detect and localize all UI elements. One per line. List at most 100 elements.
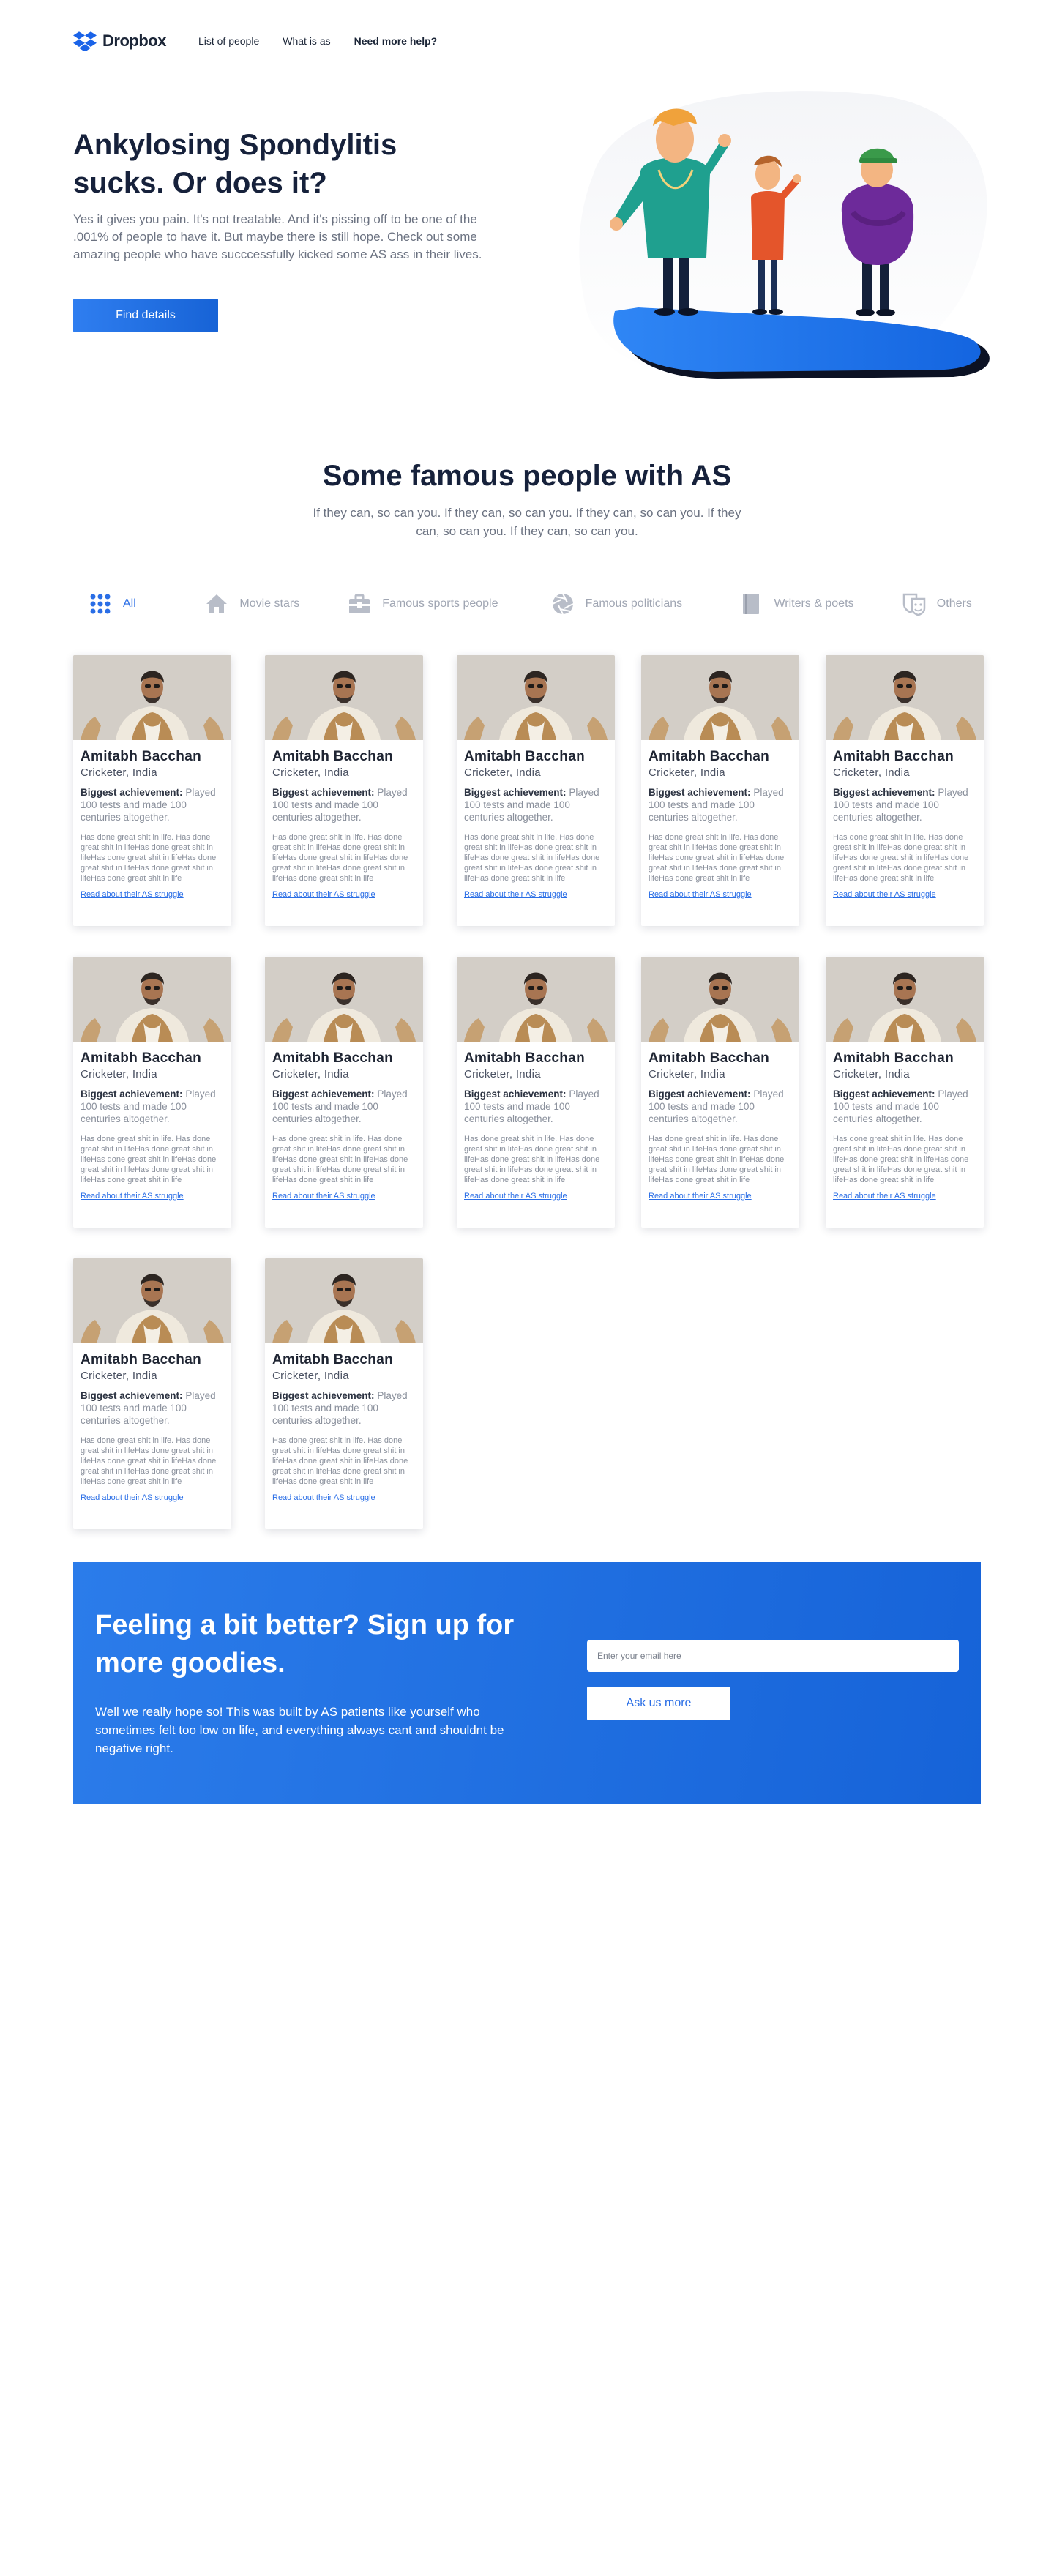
person-role: Cricketer, India xyxy=(649,766,725,779)
card-body: Amitabh Bacchan Cricketer, India Biggest… xyxy=(265,740,423,900)
card-body: Amitabh Bacchan Cricketer, India Biggest… xyxy=(826,1042,984,1202)
hero-title: Ankylosing Spondylitis sucks. Or does it… xyxy=(73,129,397,199)
read-struggle-link[interactable]: Read about their AS struggle xyxy=(649,890,752,899)
email-input[interactable] xyxy=(587,1640,959,1672)
person-card: Amitabh Bacchan Cricketer, India Biggest… xyxy=(73,655,231,926)
signup-banner: Feeling a bit better? Sign up for more g… xyxy=(73,1562,981,1804)
person-achievement: Biggest achievement: Played 100 tests an… xyxy=(81,1389,224,1427)
achievement-label: Biggest achievement: xyxy=(272,1089,375,1100)
person-photo xyxy=(457,957,615,1042)
read-struggle-link[interactable]: Read about their AS struggle xyxy=(833,1192,936,1201)
person-name: Amitabh Bacchan xyxy=(649,1050,769,1066)
book-icon xyxy=(739,591,763,616)
person-card: Amitabh Bacchan Cricketer, India Biggest… xyxy=(826,655,984,926)
person-achievement: Biggest achievement: Played 100 tests an… xyxy=(272,786,416,824)
person-card: Amitabh Bacchan Cricketer, India Biggest… xyxy=(265,957,423,1228)
person-role: Cricketer, India xyxy=(464,766,541,779)
person-photo xyxy=(826,957,984,1042)
person-description: Has done great shit in life. Has done gr… xyxy=(81,1436,217,1486)
signup-text: Well we really hope so! This was built b… xyxy=(95,1705,504,1755)
achievement-label: Biggest achievement: xyxy=(464,1089,567,1100)
grid-icon xyxy=(88,591,113,616)
card-body: Amitabh Bacchan Cricketer, India Biggest… xyxy=(73,1343,231,1504)
person-photo xyxy=(73,957,231,1042)
read-struggle-link[interactable]: Read about their AS struggle xyxy=(272,1493,375,1502)
filter-all[interactable]: All xyxy=(88,591,204,616)
person-achievement: Biggest achievement: Played 100 tests an… xyxy=(464,786,608,824)
filter-label: Movie stars xyxy=(239,597,300,610)
person-name: Amitabh Bacchan xyxy=(272,749,393,764)
achievement-label: Biggest achievement: xyxy=(649,1089,751,1100)
category-filters: All Movie stars Famous sports people Fam… xyxy=(88,589,981,619)
person-card: Amitabh Bacchan Cricketer, India Biggest… xyxy=(265,655,423,926)
read-struggle-link[interactable]: Read about their AS struggle xyxy=(81,890,184,899)
achievement-label: Biggest achievement: xyxy=(81,1390,183,1401)
nav-links: List of people What is as Need more help… xyxy=(198,35,437,47)
person-card: Amitabh Bacchan Cricketer, India Biggest… xyxy=(457,655,615,926)
filter-famous-sports-people[interactable]: Famous sports people xyxy=(347,591,550,616)
find-details-button[interactable]: Find details xyxy=(73,299,218,332)
top-nav: Dropbox List of people What is as Need m… xyxy=(73,28,981,54)
person-card: Amitabh Bacchan Cricketer, India Biggest… xyxy=(73,957,231,1228)
read-struggle-link[interactable]: Read about their AS struggle xyxy=(81,1493,184,1502)
read-struggle-link[interactable]: Read about their AS struggle xyxy=(272,890,375,899)
filter-movie-stars[interactable]: Movie stars xyxy=(204,591,347,616)
person-name: Amitabh Bacchan xyxy=(81,749,201,764)
read-struggle-link[interactable]: Read about their AS struggle xyxy=(464,1192,567,1201)
signup-title: Feeling a bit better? Sign up for more g… xyxy=(95,1610,515,1679)
achievement-label: Biggest achievement: xyxy=(81,787,183,798)
person-achievement: Biggest achievement: Played 100 tests an… xyxy=(81,1088,224,1125)
briefcase-icon xyxy=(347,591,372,616)
achievement-label: Biggest achievement: xyxy=(272,787,375,798)
read-struggle-link[interactable]: Read about their AS struggle xyxy=(833,890,936,899)
nav-link-need-more-help[interactable]: Need more help? xyxy=(354,35,438,47)
person-role: Cricketer, India xyxy=(833,1068,910,1080)
filter-label: Famous politicians xyxy=(585,597,683,610)
achievement-label: Biggest achievement: xyxy=(649,787,751,798)
read-struggle-link[interactable]: Read about their AS struggle xyxy=(649,1192,752,1201)
person-photo xyxy=(265,655,423,740)
person-role: Cricketer, India xyxy=(272,1068,349,1080)
dropbox-icon xyxy=(73,31,97,51)
person-role: Cricketer, India xyxy=(81,766,157,779)
read-struggle-link[interactable]: Read about their AS struggle xyxy=(464,890,567,899)
person-name: Amitabh Bacchan xyxy=(464,749,585,764)
filter-famous-politicians[interactable]: Famous politicians xyxy=(550,591,739,616)
achievement-label: Biggest achievement: xyxy=(833,787,935,798)
hero-illustration xyxy=(579,91,990,382)
filter-writers-poets[interactable]: Writers & poets xyxy=(739,591,901,616)
card-body: Amitabh Bacchan Cricketer, India Biggest… xyxy=(457,740,615,900)
person-description: Has done great shit in life. Has done gr… xyxy=(81,1135,217,1184)
person-card: Amitabh Bacchan Cricketer, India Biggest… xyxy=(826,957,984,1228)
card-body: Amitabh Bacchan Cricketer, India Biggest… xyxy=(457,1042,615,1202)
filter-label: All xyxy=(123,597,136,610)
person-role: Cricketer, India xyxy=(81,1068,157,1080)
person-card: Amitabh Bacchan Cricketer, India Biggest… xyxy=(641,957,799,1228)
card-body: Amitabh Bacchan Cricketer, India Biggest… xyxy=(73,1042,231,1202)
person-name: Amitabh Bacchan xyxy=(833,749,954,764)
read-struggle-link[interactable]: Read about their AS struggle xyxy=(272,1192,375,1201)
section-title: Some famous people with AS xyxy=(322,460,732,492)
ask-us-more-button[interactable]: Ask us more xyxy=(587,1687,730,1720)
person-description: Has done great shit in life. Has done gr… xyxy=(272,1135,408,1184)
card-body: Amitabh Bacchan Cricketer, India Biggest… xyxy=(641,1042,799,1202)
person-name: Amitabh Bacchan xyxy=(833,1050,954,1066)
person-description: Has done great shit in life. Has done gr… xyxy=(833,833,969,883)
masks-icon xyxy=(902,591,927,616)
filter-label: Others xyxy=(936,597,972,610)
person-achievement: Biggest achievement: Played 100 tests an… xyxy=(649,1088,792,1125)
person-name: Amitabh Bacchan xyxy=(81,1352,201,1367)
nav-link-list-of-people[interactable]: List of people xyxy=(198,35,259,47)
read-struggle-link[interactable]: Read about their AS struggle xyxy=(81,1192,184,1201)
person-card: Amitabh Bacchan Cricketer, India Biggest… xyxy=(457,957,615,1228)
filter-others[interactable]: Others xyxy=(902,591,981,616)
brand-name: Dropbox xyxy=(102,31,166,50)
person-name: Amitabh Bacchan xyxy=(272,1352,393,1367)
card-body: Amitabh Bacchan Cricketer, India Biggest… xyxy=(826,740,984,900)
person-name: Amitabh Bacchan xyxy=(464,1050,585,1066)
person-photo xyxy=(265,1258,423,1343)
nav-link-what-is-as[interactable]: What is as xyxy=(283,35,330,47)
brand-logo[interactable]: Dropbox xyxy=(73,31,166,51)
achievement-label: Biggest achievement: xyxy=(833,1089,935,1100)
person-description: Has done great shit in life. Has done gr… xyxy=(272,1436,408,1486)
